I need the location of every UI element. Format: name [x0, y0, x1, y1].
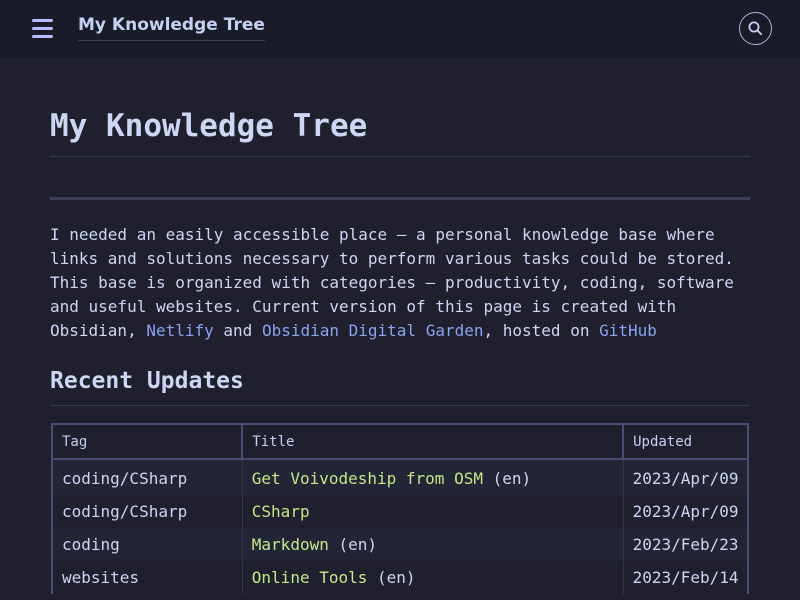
page-title: My Knowledge Tree — [50, 108, 368, 144]
table-row: coding/CSharp CSharp 2023/Apr/09 — [50, 495, 749, 528]
title-cell: Get Voivodeship from OSM (en) — [241, 459, 624, 495]
table-header-row: Tag Title Updated — [50, 423, 749, 460]
title-cell: Markdown (en) — [241, 528, 624, 561]
top-bar: My Knowledge Tree — [0, 0, 800, 58]
menu-bar-bottom — [32, 35, 53, 38]
search-button[interactable] — [739, 12, 772, 45]
menu-bar-top — [32, 19, 53, 22]
netlify-link[interactable]: Netlify — [146, 321, 213, 340]
tag-cell: websites — [50, 561, 243, 594]
note-link[interactable]: CSharp — [252, 502, 310, 521]
table-row: coding Markdown (en) 2023/Feb/23 — [50, 528, 749, 561]
column-header-updated: Updated — [622, 423, 749, 460]
intro-text: , hosted on — [483, 321, 600, 340]
obsidian-digital-garden-link[interactable]: Obsidian Digital Garden — [262, 321, 484, 340]
column-header-tag: Tag — [50, 423, 244, 460]
column-header-title: Title — [241, 423, 625, 460]
updated-cell: 2023/Feb/14 — [622, 561, 749, 594]
tag-cell: coding — [50, 528, 243, 561]
heading-underline — [50, 405, 750, 406]
site-title-link[interactable]: My Knowledge Tree — [78, 15, 265, 41]
recent-updates-table: Tag Title Updated coding/CSharp Get Voiv… — [50, 423, 749, 594]
language-suffix: (en) — [328, 535, 378, 554]
intro-text: and — [213, 321, 262, 340]
updated-cell: 2023/Apr/09 — [622, 459, 749, 495]
search-icon — [748, 21, 763, 36]
hamburger-menu-icon[interactable] — [32, 19, 53, 38]
title-cell: CSharp — [241, 495, 624, 528]
github-link[interactable]: GitHub — [599, 321, 657, 340]
menu-bar-middle — [32, 27, 53, 30]
tag-cell: coding/CSharp — [50, 495, 243, 528]
updated-cell: 2023/Apr/09 — [622, 495, 749, 528]
title-cell: Online Tools (en) — [241, 561, 624, 594]
note-link[interactable]: Markdown — [252, 535, 329, 554]
horizontal-divider — [50, 197, 750, 200]
table-row: websites Online Tools (en) 2023/Feb/14 — [50, 561, 749, 594]
title-underline — [50, 156, 750, 157]
language-suffix: (en) — [367, 568, 416, 587]
updated-cell: 2023/Feb/23 — [622, 528, 749, 561]
language-suffix: (en) — [482, 469, 532, 488]
table-row: coding/CSharp Get Voivodeship from OSM (… — [50, 459, 749, 495]
recent-updates-heading: Recent Updates — [50, 368, 244, 394]
intro-paragraph: I needed an easily accessible place – a … — [50, 223, 750, 343]
note-link[interactable]: Online Tools — [252, 568, 368, 587]
note-link[interactable]: Get Voivodeship from OSM — [252, 469, 483, 488]
tag-cell: coding/CSharp — [50, 459, 243, 495]
